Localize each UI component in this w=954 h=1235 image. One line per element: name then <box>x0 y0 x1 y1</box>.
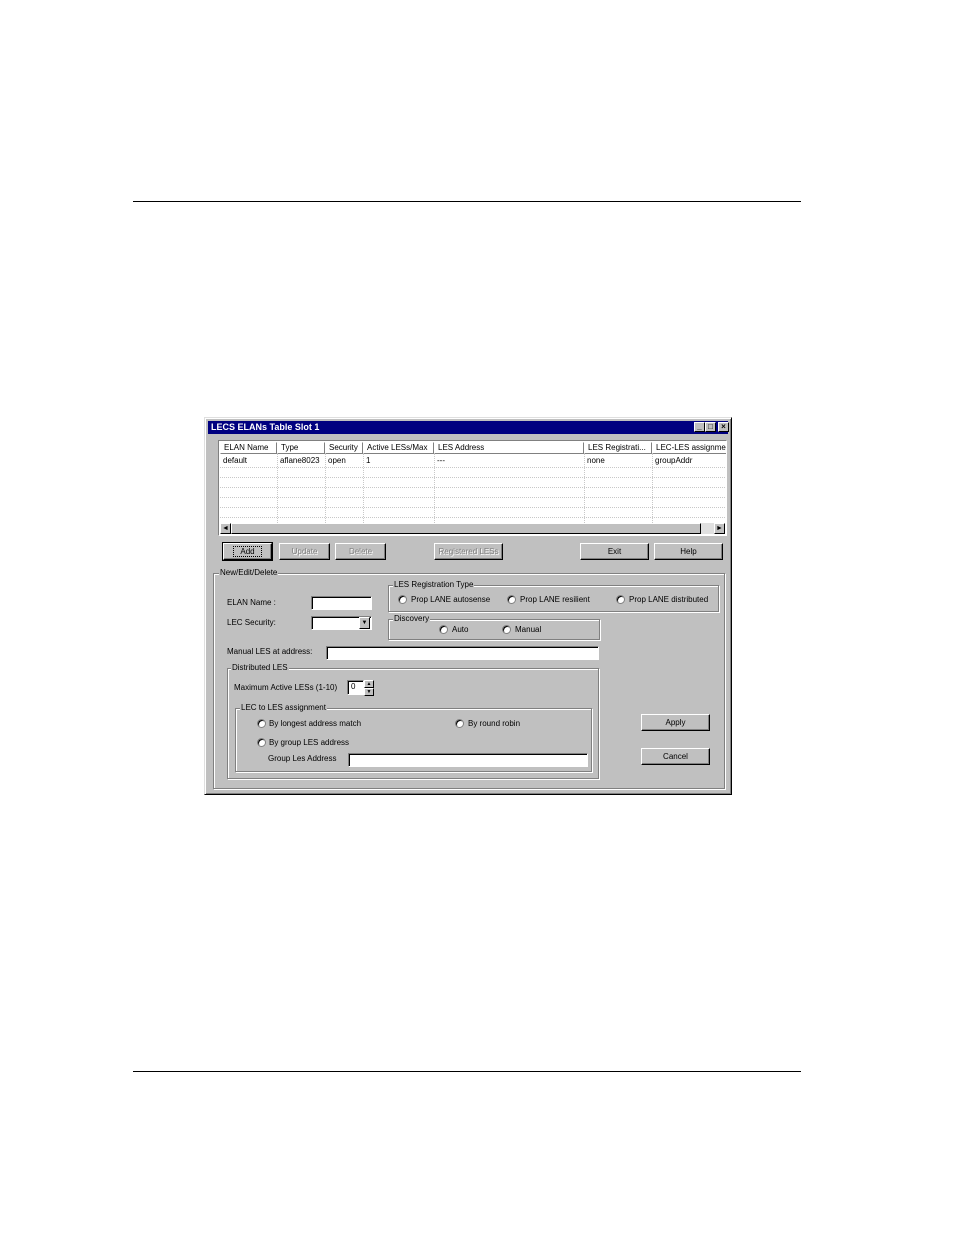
cell-les-registration[interactable]: none <box>584 456 652 466</box>
col-security[interactable]: Security <box>325 442 363 454</box>
new-edit-delete-title: New/Edit/Delete <box>219 568 279 578</box>
prop-lane-distributed-label: Prop LANE distributed <box>629 595 709 604</box>
scroll-right-icon[interactable]: ► <box>714 523 725 534</box>
elan-name-input[interactable] <box>311 596 372 610</box>
group-les-address-label: Group Les Address <box>268 754 337 763</box>
lecs-elans-window: LECS ELANs Table Slot 1 _ □ × ELAN Name … <box>204 417 732 795</box>
manual-les-label: Manual LES at address: <box>227 647 313 656</box>
horizontal-scrollbar[interactable]: ◄ ► <box>220 523 725 534</box>
add-button-label: Add <box>233 546 262 557</box>
scroll-left-icon[interactable]: ◄ <box>220 523 231 534</box>
cancel-button[interactable]: Cancel <box>641 748 710 765</box>
grid-line <box>220 517 725 518</box>
distributed-les-title: Distributed LES <box>231 663 289 673</box>
cell-lec-les-assignment[interactable]: groupAddr <box>652 456 725 466</box>
radio-round-robin[interactable] <box>455 719 464 728</box>
top-rule <box>133 201 801 202</box>
scroll-thumb[interactable] <box>231 523 701 534</box>
chevron-down-icon[interactable]: ▼ <box>359 617 370 629</box>
radio-discovery-auto[interactable] <box>439 625 448 634</box>
lec-security-label: LEC Security: <box>227 618 276 627</box>
grid-line <box>363 454 364 523</box>
cell-security[interactable]: open <box>325 456 363 466</box>
max-active-less-label: Maximum Active LESs (1-10) <box>234 683 338 692</box>
grid-line <box>434 454 435 523</box>
longest-address-match-label: By longest address match <box>269 719 362 728</box>
radio-group-les-address[interactable] <box>257 738 266 747</box>
grid-line <box>325 454 326 523</box>
apply-button[interactable]: Apply <box>641 714 710 731</box>
col-type[interactable]: Type <box>277 442 325 454</box>
les-registration-type-title: LES Registration Type <box>393 580 475 590</box>
grid-line <box>220 477 725 478</box>
help-button[interactable]: Help <box>654 543 723 560</box>
minimize-icon[interactable]: _ <box>694 422 705 432</box>
col-active-less[interactable]: Active LESs/Max <box>363 442 434 454</box>
grid-line <box>584 454 585 523</box>
maximize-icon[interactable]: □ <box>705 422 716 432</box>
title-bar[interactable]: LECS ELANs Table Slot 1 _ □ × <box>208 421 729 434</box>
round-robin-label: By round robin <box>468 719 521 728</box>
update-button[interactable]: Update <box>279 543 330 560</box>
max-active-less-input[interactable]: 0 <box>347 680 364 695</box>
grid-line <box>220 507 725 508</box>
add-button[interactable]: Add <box>222 542 273 561</box>
bottom-rule <box>133 1071 801 1072</box>
close-icon[interactable]: × <box>718 422 729 432</box>
manual-les-input[interactable] <box>326 646 599 660</box>
elan-table[interactable]: ELAN Name Type Security Active LESs/Max … <box>218 440 727 536</box>
group-les-address-input[interactable] <box>348 753 588 767</box>
col-les-registration[interactable]: LES Registrati... <box>584 442 652 454</box>
cell-les-address[interactable]: --- <box>434 456 584 466</box>
cell-elan-name[interactable]: default <box>220 456 277 466</box>
prop-lane-autosense-label: Prop LANE autosense <box>411 595 491 604</box>
delete-button[interactable]: Delete <box>335 543 386 560</box>
radio-prop-lane-resilient[interactable] <box>507 595 516 604</box>
radio-discovery-manual[interactable] <box>502 625 511 634</box>
grid-line <box>220 497 725 498</box>
radio-longest-address-match[interactable] <box>257 719 266 728</box>
grid-line <box>652 454 653 523</box>
discovery-manual-label: Manual <box>515 625 542 634</box>
group-les-address-option-label: By group LES address <box>269 738 350 747</box>
grid-line <box>277 454 278 523</box>
cell-type[interactable]: aflane8023 <box>277 456 325 466</box>
spin-down-icon[interactable]: ▼ <box>364 688 374 696</box>
discovery-auto-label: Auto <box>452 625 469 634</box>
col-les-address[interactable]: LES Address <box>434 442 584 454</box>
prop-lane-resilient-label: Prop LANE resilient <box>520 595 590 604</box>
radio-prop-lane-autosense[interactable] <box>398 595 407 604</box>
exit-button[interactable]: Exit <box>580 543 649 560</box>
lec-to-les-title: LEC to LES assignment <box>240 703 327 713</box>
grid-line <box>220 467 725 468</box>
elan-name-label: ELAN Name : <box>227 598 276 607</box>
col-lec-les-assignment[interactable]: LEC-LES assignmen <box>652 442 726 454</box>
spin-up-icon[interactable]: ▲ <box>364 680 374 688</box>
discovery-title: Discovery <box>393 614 431 624</box>
col-elan-name[interactable]: ELAN Name <box>220 442 277 454</box>
radio-prop-lane-distributed[interactable] <box>616 595 625 604</box>
cell-active-less[interactable]: 1 <box>363 456 434 466</box>
window-title: LECS ELANs Table Slot 1 <box>211 422 320 432</box>
registered-less-button[interactable]: Registered LESs <box>434 543 503 560</box>
grid-line <box>220 487 725 488</box>
